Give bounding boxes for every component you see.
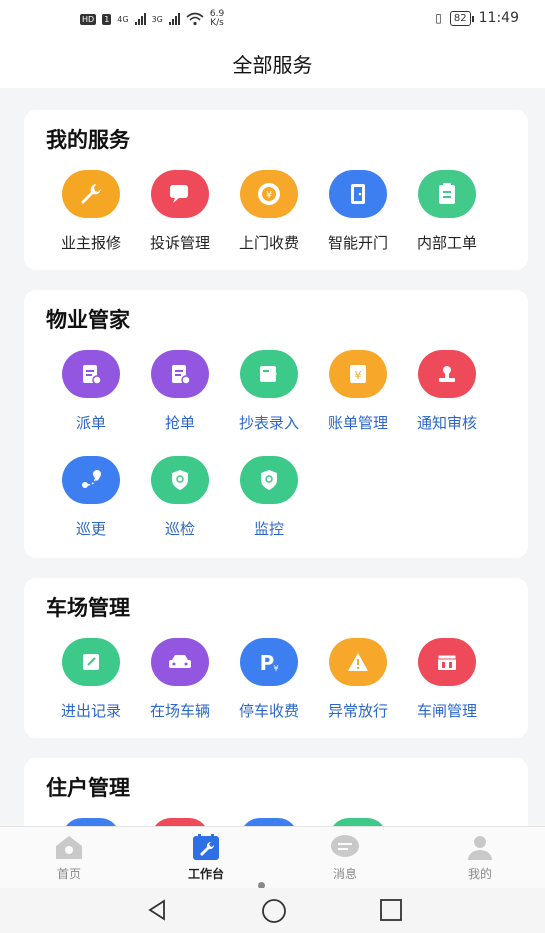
home-icon	[56, 836, 82, 859]
tab-label: 我的	[467, 867, 492, 881]
butler-notice-review[interactable]: 通知审核	[402, 350, 492, 433]
service-label: 业主报修	[60, 234, 121, 252]
tab-messages[interactable]: 消息	[305, 833, 385, 882]
hd-badge: HD	[80, 13, 97, 25]
bottom-tab-bar: 首页 工作台 消息 我的	[0, 826, 545, 889]
section-title: 车场管理	[46, 596, 130, 620]
sim-badge: 1	[102, 13, 112, 25]
service-smart-door[interactable]: 智能开门	[313, 170, 403, 253]
parking-gate-manage[interactable]: 车闸管理	[402, 638, 492, 721]
route-icon	[62, 456, 120, 504]
signal-2-icon	[168, 13, 180, 25]
service-label: 通知审核	[416, 414, 477, 432]
page-title: 全部服务	[232, 52, 313, 77]
signal-1-icon	[134, 13, 146, 25]
warning-icon	[329, 638, 387, 686]
butler-bill-manage[interactable]: ¥ 账单管理	[313, 350, 403, 433]
status-bar: HD 1 4G 3G 6.9 K/s ▯ 82 11:49	[0, 0, 545, 38]
butler-meter-entry[interactable]: 抄表录入	[224, 350, 314, 433]
grab-order-icon	[151, 350, 209, 398]
service-label: 抢单	[164, 414, 195, 432]
service-door-collection[interactable]: ¥ 上门收费	[224, 170, 314, 253]
tab-label: 消息	[332, 867, 357, 881]
butler-monitor[interactable]: 监控	[224, 456, 314, 539]
service-label: 智能开门	[327, 234, 388, 252]
tab-label: 工作台	[187, 867, 224, 881]
speed-unit: K/s	[210, 18, 224, 28]
service-complaints[interactable]: 投诉管理	[135, 170, 225, 253]
home-nav-icon[interactable]	[261, 898, 287, 924]
network-2-label: 3G	[151, 14, 163, 24]
service-label: 在场车辆	[149, 702, 210, 720]
vibrate-icon: ▯	[435, 11, 442, 25]
section-my-services: 我的服务 业主报修 投诉管理 ¥ 上门收费 智能开门 内部工单	[24, 110, 528, 270]
section-parking-management: 车场管理 进出记录 在场车辆 P ¥ 停车收费 异常放行 车闸管理	[24, 578, 528, 738]
svg-text:¥: ¥	[273, 664, 278, 673]
service-label: 监控	[253, 520, 284, 538]
battery-level: 82	[449, 10, 474, 26]
status-left: HD 1 4G 3G 6.9 K/s	[80, 10, 224, 28]
service-label: 内部工单	[416, 234, 477, 252]
tab-mine[interactable]: 我的	[440, 833, 520, 882]
door-icon	[329, 170, 387, 218]
section-title: 住户管理	[46, 776, 130, 800]
car-icon	[151, 638, 209, 686]
service-label: 进出记录	[60, 702, 121, 720]
clock: 11:49	[478, 10, 519, 26]
wrench-icon	[62, 170, 120, 218]
profile-icon	[468, 836, 492, 860]
service-owner-repair[interactable]: 业主报修	[46, 170, 136, 253]
tab-home[interactable]: 首页	[29, 833, 109, 882]
workbench-icon	[193, 834, 219, 860]
network-speed: 6.9 K/s	[210, 10, 224, 28]
recents-nav-icon[interactable]	[379, 898, 403, 922]
message-icon	[331, 835, 359, 857]
service-label: 账单管理	[327, 414, 388, 432]
chat-icon	[151, 170, 209, 218]
butler-grab-order[interactable]: 抢单	[135, 350, 225, 433]
service-label: 车闸管理	[416, 702, 477, 720]
butler-inspection[interactable]: 巡检	[135, 456, 225, 539]
coin-icon: ¥	[240, 170, 298, 218]
network-1-label: 4G	[117, 14, 129, 24]
parking-abnormal-release[interactable]: 异常放行	[313, 638, 403, 721]
status-right: ▯ 82 11:49	[435, 10, 519, 26]
parking-vehicles-present[interactable]: 在场车辆	[135, 638, 225, 721]
clipboard-icon	[418, 170, 476, 218]
section-property-butler: 物业管家 派单 抢单 抄表录入 ¥ 账单管理 通知审核 巡更 巡检 监控	[24, 290, 528, 558]
service-label: 异常放行	[327, 702, 388, 720]
page-header: 全部服务	[0, 38, 545, 88]
stamp-icon	[418, 350, 476, 398]
service-label: 停车收费	[238, 702, 299, 720]
tab-workbench[interactable]: 工作台	[166, 833, 246, 882]
service-label: 投诉管理	[149, 234, 210, 252]
dispatch-icon	[62, 350, 120, 398]
gate-icon	[418, 638, 476, 686]
monitor-icon	[240, 456, 298, 504]
section-title: 物业管家	[46, 308, 130, 332]
section-title: 我的服务	[46, 128, 130, 152]
service-label: 上门收费	[238, 234, 299, 252]
service-label: 派单	[75, 414, 106, 432]
parking-icon: P ¥	[240, 638, 298, 686]
butler-dispatch[interactable]: 派单	[46, 350, 136, 433]
bill-icon: ¥	[329, 350, 387, 398]
svg-text:¥: ¥	[355, 369, 362, 382]
system-nav-bar	[0, 888, 545, 933]
service-label: 巡更	[75, 520, 106, 538]
service-internal-order[interactable]: 内部工单	[402, 170, 492, 253]
service-label: 抄表录入	[238, 414, 299, 432]
record-icon	[62, 638, 120, 686]
back-nav-icon[interactable]	[146, 898, 168, 922]
butler-patrol[interactable]: 巡更	[46, 456, 136, 539]
parking-fee[interactable]: P ¥ 停车收费	[224, 638, 314, 721]
inspect-icon	[151, 456, 209, 504]
service-label: 巡检	[164, 520, 195, 538]
tab-label: 首页	[56, 867, 81, 881]
svg-text:¥: ¥	[266, 190, 272, 201]
meter-icon	[240, 350, 298, 398]
wifi-icon	[186, 12, 204, 26]
svg-text:P: P	[260, 651, 275, 675]
parking-entry-exit-record[interactable]: 进出记录	[46, 638, 136, 721]
